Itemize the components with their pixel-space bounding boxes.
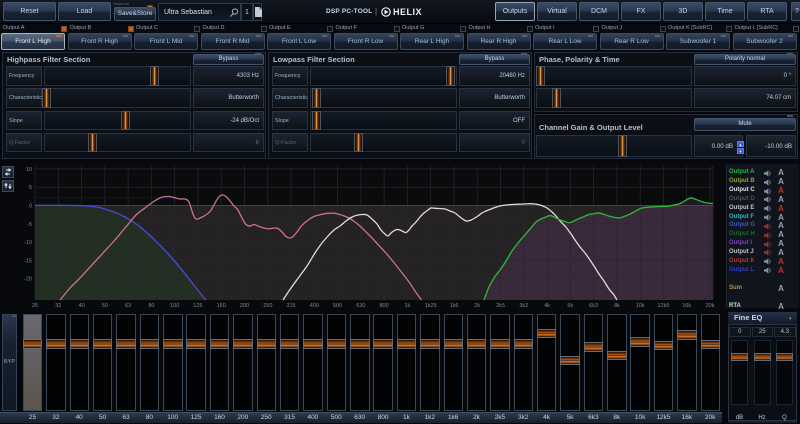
svg-text:16k: 16k xyxy=(682,303,691,309)
svg-text:2k5: 2k5 xyxy=(496,303,505,309)
svg-text:315: 315 xyxy=(286,303,295,309)
svg-text:40: 40 xyxy=(79,303,85,309)
svg-text:32: 32 xyxy=(55,303,61,309)
svg-text:-20: -20 xyxy=(24,277,32,283)
svg-text:-5: -5 xyxy=(27,222,32,228)
svg-text:160: 160 xyxy=(217,303,226,309)
svg-text:5k: 5k xyxy=(567,303,573,309)
svg-text:400: 400 xyxy=(310,303,319,309)
svg-text:500: 500 xyxy=(333,303,342,309)
svg-text:50: 50 xyxy=(102,303,108,309)
svg-text:8k: 8k xyxy=(614,303,620,309)
svg-text:1k: 1k xyxy=(404,303,410,309)
svg-text:25: 25 xyxy=(32,303,38,309)
svg-text:1k25: 1k25 xyxy=(425,303,437,309)
svg-text:630: 630 xyxy=(356,303,365,309)
svg-text:125: 125 xyxy=(193,303,202,309)
svg-text:-10: -10 xyxy=(24,240,32,246)
svg-text:1k6: 1k6 xyxy=(450,303,459,309)
svg-text:63: 63 xyxy=(125,303,131,309)
svg-text:2k: 2k xyxy=(474,303,480,309)
svg-text:5: 5 xyxy=(29,185,32,191)
svg-text:100: 100 xyxy=(170,303,179,309)
svg-text:12k5: 12k5 xyxy=(658,303,670,309)
svg-text:200: 200 xyxy=(240,303,249,309)
svg-text:10k: 10k xyxy=(636,303,645,309)
svg-text:80: 80 xyxy=(148,303,154,309)
svg-text:3k2: 3k2 xyxy=(519,303,528,309)
svg-text:250: 250 xyxy=(263,303,272,309)
svg-text:800: 800 xyxy=(380,303,389,309)
svg-text:6k3: 6k3 xyxy=(589,303,598,309)
svg-text:20k: 20k xyxy=(706,303,715,309)
svg-text:-15: -15 xyxy=(24,258,32,264)
svg-text:4k: 4k xyxy=(544,303,550,309)
svg-text:0: 0 xyxy=(29,204,32,210)
svg-text:10: 10 xyxy=(26,167,32,173)
